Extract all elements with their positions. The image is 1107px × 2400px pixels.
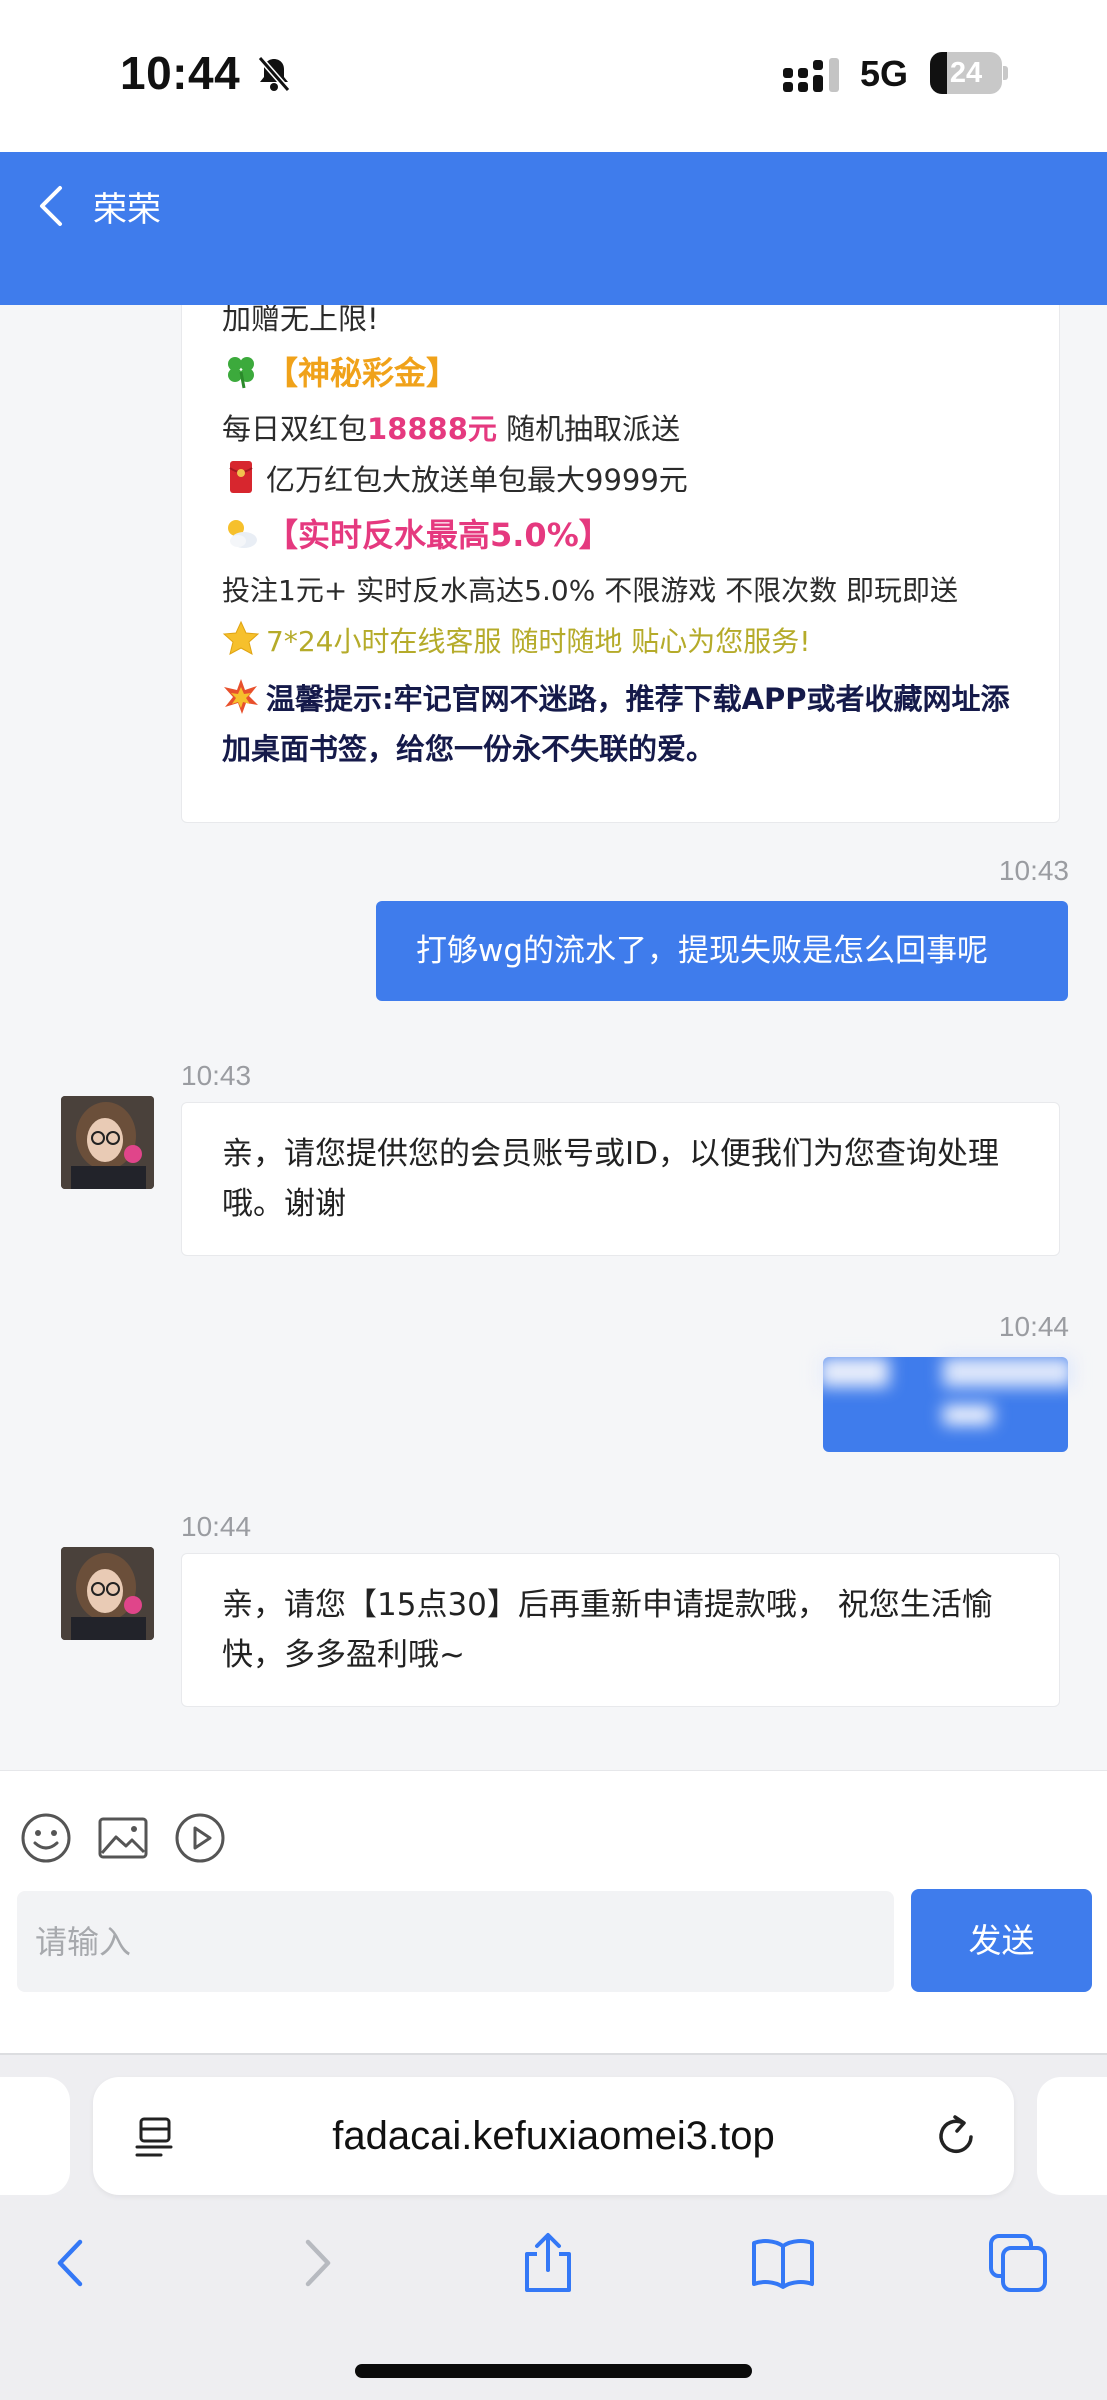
share-icon[interactable] bbox=[515, 2230, 581, 2296]
status-bar: 10:44 5G 24 bbox=[0, 0, 1107, 152]
bookmarks-icon[interactable] bbox=[750, 2230, 816, 2296]
promo-heading-bonus: 【神秘彩金】 bbox=[222, 348, 458, 398]
promo-message-bubble: 加赠无上限! 【神秘彩金】 每日双红包18888元 随机抽取派送 亿万红包大放送… bbox=[181, 305, 1060, 823]
promo-text: 随机抽取派送 bbox=[496, 412, 681, 446]
promo-line: 温馨提示:牢记官网不迷路，推荐下载APP或者收藏网址添加桌面书签，给您一份永不失… bbox=[222, 674, 1022, 774]
incoming-message-bubble[interactable]: 亲，请您【15点30】后再重新申请提款哦， 祝您生活愉快，多多盈利哦~ bbox=[181, 1553, 1060, 1707]
promo-line: 投注1元+ 实时反水高达5.0% 不限游戏 不限次数 即玩即送 bbox=[222, 574, 959, 607]
reload-icon[interactable] bbox=[933, 2113, 979, 2159]
url-text: fadacai.kefuxiaomei3.top bbox=[332, 2114, 775, 2158]
bell-muted-icon bbox=[257, 56, 291, 92]
promo-line: 7*24小时在线客服 随时随地 贴心为您服务! bbox=[222, 617, 810, 667]
promo-highlight: 18888元 bbox=[367, 412, 497, 446]
back-arrow-icon[interactable] bbox=[40, 2230, 106, 2296]
send-button[interactable]: 发送 bbox=[911, 1889, 1092, 1992]
outgoing-message-bubble-redacted[interactable] bbox=[819, 1357, 1073, 1452]
back-icon[interactable] bbox=[34, 182, 68, 230]
chat-title: 荣荣 bbox=[93, 190, 161, 230]
agent-avatar[interactable] bbox=[61, 1096, 154, 1189]
promo-text: 亿万红包大放送单包最大9999元 bbox=[266, 463, 688, 497]
avatar-image bbox=[61, 1547, 154, 1640]
promo-text: 温馨提示:牢记官网不迷路，推荐下载APP或者收藏网址添加桌面书签，给您一份永不失… bbox=[222, 682, 1010, 766]
address-bar[interactable]: fadacai.kefuxiaomei3.top bbox=[93, 2077, 1014, 2195]
promo-line: 加赠无上限! bbox=[222, 305, 379, 336]
status-time: 10:44 bbox=[120, 47, 241, 99]
message-timestamp: 10:44 bbox=[181, 1511, 252, 1542]
clover-icon bbox=[228, 357, 254, 389]
promo-heading-text: 【实时反水最高5.0%】 bbox=[266, 516, 611, 554]
network-label: 5G bbox=[860, 53, 909, 94]
previous-tab-preview[interactable] bbox=[0, 2077, 70, 2195]
promo-heading-text: 【神秘彩金】 bbox=[266, 354, 459, 392]
promo-heading-rebate: 【实时反水最高5.0%】 bbox=[222, 510, 611, 560]
sun-cloud-icon bbox=[228, 520, 257, 548]
message-list[interactable]: 加赠无上限! 【神秘彩金】 每日双红包18888元 随机抽取派送 亿万红包大放送… bbox=[0, 305, 1107, 1770]
message-timestamp: 10:43 bbox=[998, 855, 1069, 886]
emoji-icon[interactable] bbox=[19, 1811, 73, 1865]
agent-avatar[interactable] bbox=[61, 1547, 154, 1640]
message-text: 打够wg的流水了，提现失败是怎么回事呢 bbox=[416, 933, 989, 969]
redaction-blur bbox=[943, 1357, 1073, 1387]
composer: 发送 bbox=[0, 1770, 1107, 2053]
red-envelope-icon bbox=[229, 461, 253, 493]
collision-icon bbox=[224, 679, 258, 714]
message-timestamp: 10:43 bbox=[181, 1060, 252, 1091]
page-menu-icon[interactable] bbox=[135, 2115, 175, 2159]
message-text: 亲，请您提供您的会员账号或ID，以便我们为您查询处理哦。谢谢 bbox=[222, 1136, 1000, 1222]
message-input[interactable] bbox=[17, 1891, 894, 1992]
avatar-image bbox=[61, 1096, 154, 1189]
promo-line: 每日双红包18888元 随机抽取派送 bbox=[222, 404, 680, 454]
promo-text: 每日双红包 bbox=[222, 412, 368, 446]
message-timestamp: 10:44 bbox=[998, 1311, 1069, 1342]
battery-label: 24 bbox=[949, 57, 983, 89]
redaction-blur bbox=[819, 1357, 889, 1387]
star-icon bbox=[222, 620, 260, 655]
signal-icon bbox=[783, 58, 839, 92]
video-icon[interactable] bbox=[173, 1811, 227, 1865]
promo-text: 7*24小时在线客服 随时随地 贴心为您服务! bbox=[266, 625, 811, 658]
tabs-icon[interactable] bbox=[985, 2230, 1051, 2296]
battery-icon: 24 bbox=[930, 52, 1008, 94]
next-tab-preview[interactable] bbox=[1037, 2077, 1107, 2195]
promo-line: 亿万红包大放送单包最大9999元 bbox=[222, 455, 688, 505]
message-text: 亲，请您【15点30】后再重新申请提款哦， 祝您生活愉快，多多盈利哦~ bbox=[222, 1587, 993, 1673]
incoming-message-bubble[interactable]: 亲，请您提供您的会员账号或ID，以便我们为您查询处理哦。谢谢 bbox=[181, 1102, 1060, 1256]
home-indicator bbox=[355, 2364, 752, 2378]
redaction-blur bbox=[943, 1405, 993, 1425]
image-icon[interactable] bbox=[96, 1811, 150, 1865]
outgoing-message-bubble[interactable]: 打够wg的流水了，提现失败是怎么回事呢 bbox=[376, 901, 1068, 1001]
forward-arrow-icon[interactable] bbox=[282, 2230, 348, 2296]
browser-toolbar: fadacai.kefuxiaomei3.top bbox=[0, 2055, 1107, 2400]
chat-header: 荣荣 bbox=[0, 152, 1107, 305]
